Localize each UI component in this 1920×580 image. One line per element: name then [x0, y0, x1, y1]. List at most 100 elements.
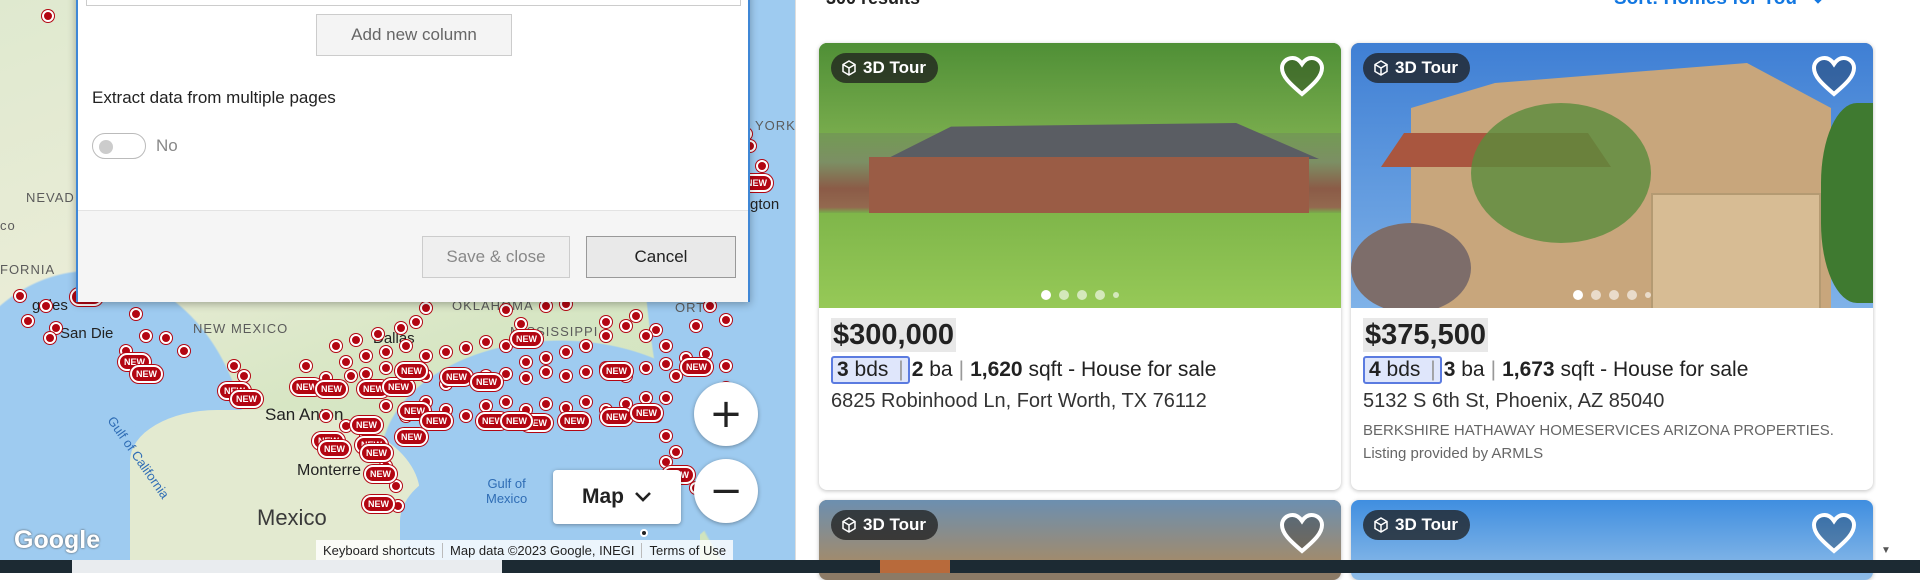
taskbar-app-icon[interactable]	[880, 560, 950, 573]
listing-map-pin[interactable]	[480, 336, 492, 348]
terms-of-use-link[interactable]: Terms of Use	[642, 543, 733, 558]
sort-dropdown[interactable]: Sort: Homes for You	[1614, 0, 1826, 10]
listing-map-pin[interactable]	[620, 320, 632, 332]
listing-card[interactable]: 3D Tour $375,500 4 bds | 3 ba | 1,673 sq…	[1351, 43, 1873, 490]
listing-map-pin[interactable]	[380, 346, 392, 358]
new-listing-map-pin[interactable]: NEW	[315, 380, 348, 398]
new-listing-map-pin[interactable]: NEW	[364, 465, 397, 483]
listing-map-pin[interactable]	[520, 372, 532, 384]
photo-carousel-dots[interactable]	[1351, 290, 1873, 300]
listing-map-pin[interactable]	[44, 332, 56, 344]
listing-map-pin[interactable]	[330, 340, 342, 352]
listing-map-pin[interactable]	[640, 392, 652, 404]
save-home-button[interactable]	[1809, 510, 1859, 556]
listing-map-pin[interactable]	[320, 410, 332, 422]
listing-map-pin[interactable]	[380, 400, 392, 412]
zoom-out-button[interactable]: −	[694, 459, 758, 523]
listing-map-pin[interactable]	[380, 362, 392, 374]
listing-map-pin[interactable]	[420, 350, 432, 362]
listing-map-pin[interactable]	[14, 290, 26, 302]
listing-card[interactable]: 3D Tour $300,000 3 bds | 2 ba | 1,620 sq…	[819, 43, 1341, 490]
listing-map-pin[interactable]	[395, 322, 407, 334]
listing-map-pin[interactable]	[140, 330, 152, 342]
new-listing-map-pin[interactable]: NEW	[558, 412, 591, 430]
listing-map-pin[interactable]	[238, 370, 250, 382]
listing-map-pin[interactable]	[720, 360, 732, 372]
new-listing-map-pin[interactable]: NEW	[630, 404, 663, 422]
carousel-dot[interactable]	[1077, 290, 1087, 300]
scroll-down-arrow-icon[interactable]: ▼	[1881, 545, 1891, 556]
new-listing-map-pin[interactable]: NEW	[230, 390, 263, 408]
listing-map-pin[interactable]	[350, 334, 362, 346]
listing-map-pin[interactable]	[580, 396, 592, 408]
listing-map-pin[interactable]	[400, 340, 412, 352]
listing-map-pin[interactable]	[410, 316, 422, 328]
carousel-dot[interactable]	[1609, 290, 1619, 300]
save-and-close-button[interactable]: Save & close	[422, 236, 570, 278]
listing-map-pin[interactable]	[345, 370, 357, 382]
new-listing-map-pin[interactable]: NEW	[395, 428, 428, 446]
save-home-button[interactable]	[1277, 53, 1327, 99]
carousel-dot[interactable]	[1573, 290, 1583, 300]
previous-field[interactable]	[86, 0, 741, 6]
listing-map-pin[interactable]	[756, 160, 768, 172]
extract-multiple-pages-toggle[interactable]	[92, 133, 146, 159]
new-listing-map-pin[interactable]: NEW	[362, 495, 395, 513]
save-home-button[interactable]	[1277, 510, 1327, 556]
listing-map-pin[interactable]	[580, 340, 592, 352]
listing-map-pin[interactable]	[480, 400, 492, 412]
listing-map-pin[interactable]	[460, 342, 472, 354]
new-listing-map-pin[interactable]: NEW	[510, 330, 543, 348]
listing-photo[interactable]: 3D Tour	[819, 43, 1341, 308]
listing-map-pin[interactable]	[420, 302, 432, 314]
listing-map-pin[interactable]	[22, 315, 34, 327]
listing-address[interactable]: 5132 S 6th St, Phoenix, AZ 85040	[1363, 390, 1861, 413]
listing-map-pin[interactable]	[660, 392, 672, 404]
listing-map-pin[interactable]	[160, 332, 172, 344]
listing-map-pin[interactable]	[360, 368, 372, 380]
listing-map-pin[interactable]	[42, 10, 54, 22]
add-new-column-button[interactable]: Add new column	[316, 14, 512, 56]
listing-map-pin[interactable]	[560, 370, 572, 382]
listing-map-pin[interactable]	[130, 308, 142, 320]
listing-map-pin[interactable]	[520, 356, 532, 368]
listing-map-pin[interactable]	[460, 410, 472, 422]
listing-map-pin[interactable]	[660, 430, 672, 442]
map[interactable]: NEVAD co FORNIA geles San Die NEW MEXICO…	[0, 0, 795, 560]
zoom-in-button[interactable]: +	[694, 382, 758, 446]
new-listing-map-pin[interactable]: NEW	[382, 378, 415, 396]
listing-map-pin[interactable]	[440, 346, 452, 358]
listing-map-pin[interactable]	[670, 446, 682, 458]
listing-map-pin[interactable]	[580, 366, 592, 378]
listing-map-pin[interactable]	[540, 352, 552, 364]
cancel-button[interactable]: Cancel	[586, 236, 736, 278]
listing-map-pin[interactable]	[540, 398, 552, 410]
listing-map-pin[interactable]	[670, 370, 682, 382]
listings-scrollbar[interactable]: ▼	[1876, 0, 1898, 560]
listing-map-pin[interactable]	[300, 360, 312, 372]
listing-map-pin[interactable]	[640, 362, 652, 374]
listing-map-pin[interactable]	[660, 358, 672, 370]
listing-address[interactable]: 6825 Robinhood Ln, Fort Worth, TX 76112	[831, 390, 1329, 413]
new-listing-map-pin[interactable]: NEW	[350, 416, 383, 434]
carousel-dot[interactable]	[1591, 290, 1601, 300]
new-listing-map-pin[interactable]: NEW	[130, 365, 163, 383]
new-listing-map-pin[interactable]: NEW	[680, 358, 713, 376]
carousel-dot[interactable]	[1627, 290, 1637, 300]
listing-map-pin[interactable]	[600, 316, 612, 328]
listing-map-pin[interactable]	[660, 340, 672, 352]
listing-map-pin[interactable]	[228, 360, 240, 372]
listing-map-pin[interactable]	[560, 346, 572, 358]
listing-map-pin[interactable]	[720, 314, 732, 326]
new-listing-map-pin[interactable]: NEW	[360, 444, 393, 462]
map-type-button[interactable]: Map	[553, 470, 681, 524]
new-listing-map-pin[interactable]: NEW	[440, 368, 473, 386]
save-home-button[interactable]	[1809, 53, 1859, 99]
listing-map-pin[interactable]	[540, 366, 552, 378]
carousel-dot[interactable]	[1041, 290, 1051, 300]
carousel-dot[interactable]	[1113, 292, 1119, 298]
listing-map-pin[interactable]	[500, 396, 512, 408]
photo-carousel-dots[interactable]	[819, 290, 1341, 300]
new-listing-map-pin[interactable]: NEW	[420, 412, 453, 430]
taskbar-search[interactable]	[72, 560, 502, 573]
